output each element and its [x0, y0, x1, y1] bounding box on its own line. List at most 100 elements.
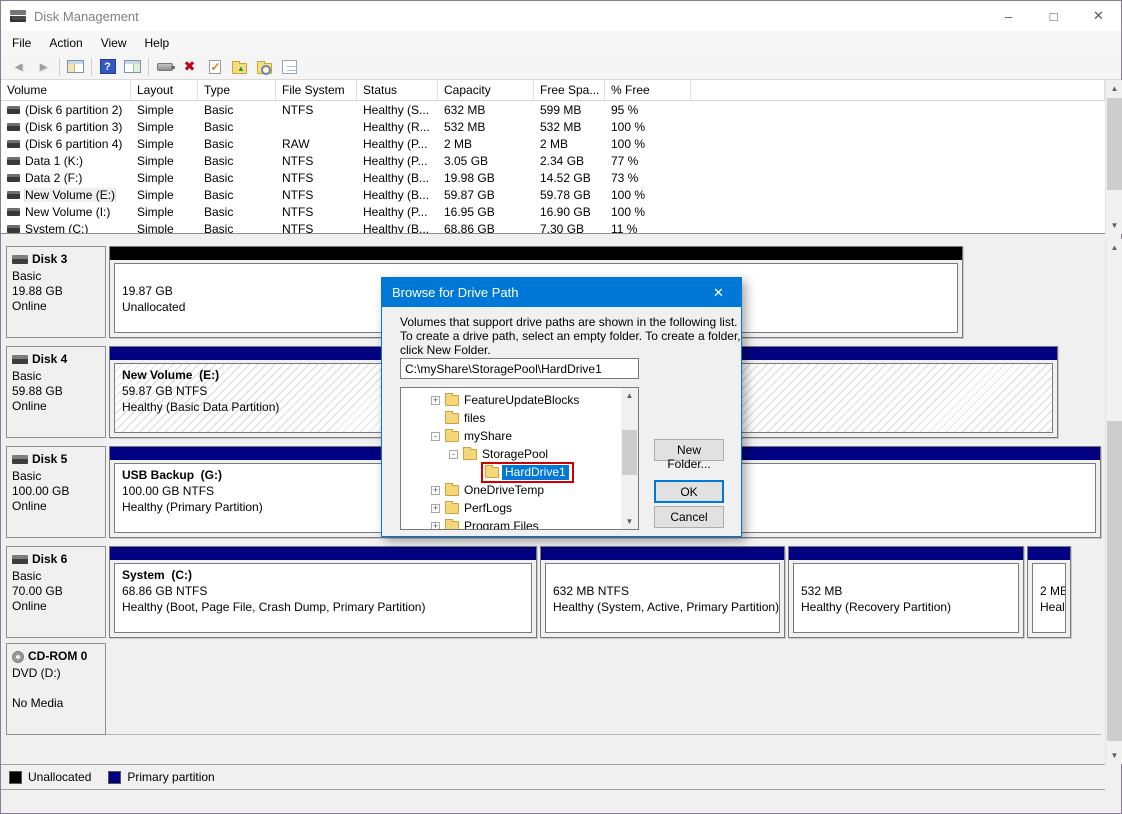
volume-icon	[7, 140, 20, 148]
check-document-icon[interactable]	[202, 56, 227, 78]
browse-for-drive-path-dialog: Browse for Drive Path ✕ Volumes that sup…	[381, 277, 742, 537]
scrollbar-thumb[interactable]	[622, 430, 637, 475]
partition[interactable]: 632 MB NTFSHealthy (System, Active, Prim…	[540, 546, 785, 638]
properties-icon[interactable]	[152, 56, 177, 78]
disk-name: Disk 4	[12, 352, 105, 367]
disk-icon	[12, 355, 28, 364]
table-row[interactable]: System (C:)SimpleBasicNTFSHealthy (B...6…	[1, 220, 1105, 234]
folder-icon	[445, 485, 459, 496]
scroll-up-icon[interactable]: ▲	[621, 388, 638, 403]
legend-label: Primary partition	[127, 770, 214, 784]
disk-info-panel[interactable]: Disk 4Basic59.88 GBOnline	[6, 346, 106, 438]
folder-search-icon[interactable]	[252, 56, 277, 78]
tree-item-storagepool[interactable]: -StoragePool	[449, 445, 638, 463]
tree-item-files[interactable]: files	[431, 409, 638, 427]
tree-expander-icon[interactable]: -	[431, 432, 440, 441]
forward-icon[interactable]	[31, 56, 56, 78]
partition[interactable]: 532 MBHealthy (Recovery Partition)	[788, 546, 1024, 638]
disk-name: Disk 5	[12, 452, 105, 467]
title-bar: Disk Management – □ ✕	[1, 1, 1121, 31]
cancel-button[interactable]: Cancel	[654, 506, 724, 528]
folder-tree: ▲ ▼ +FeatureUpdateBlocksfiles-myShare-St…	[400, 387, 639, 530]
tree-expander-icon[interactable]: -	[449, 450, 458, 459]
partition[interactable]: System (C:)68.86 GB NTFSHealthy (Boot, P…	[109, 546, 537, 638]
scrollbar-thumb[interactable]	[1107, 421, 1122, 741]
column-header-c4[interactable]: Status	[357, 80, 438, 100]
menu-item-help[interactable]: Help	[136, 33, 179, 53]
volume-icon	[7, 191, 20, 199]
table-row[interactable]: Data 2 (F:)SimpleBasicNTFSHealthy (B...1…	[1, 169, 1105, 186]
disk-status: Online	[12, 499, 105, 514]
column-header-c6[interactable]: Free Spa...	[534, 80, 605, 100]
column-header-c7[interactable]: % Free	[605, 80, 691, 100]
delete-volume-icon[interactable]	[177, 56, 202, 78]
tree-item-myshare[interactable]: -myShare	[431, 427, 638, 445]
scroll-down-icon[interactable]: ▼	[1106, 217, 1122, 234]
legend-label: Unallocated	[28, 770, 91, 784]
table-row[interactable]: Data 1 (K:)SimpleBasicNTFSHealthy (P...3…	[1, 152, 1105, 169]
menu-item-view[interactable]: View	[92, 33, 136, 53]
volume-icon	[7, 106, 20, 114]
maximize-button[interactable]: □	[1031, 1, 1076, 31]
tree-item-onedrivetemp[interactable]: +OneDriveTemp	[431, 481, 638, 499]
folder-icon	[445, 413, 459, 424]
dialog-close-icon[interactable]: ✕	[696, 278, 741, 307]
show-console-tree-icon[interactable]	[63, 56, 88, 78]
tree-expander-icon[interactable]: +	[431, 486, 440, 495]
menu-item-file[interactable]: File	[3, 33, 40, 53]
tree-expander-icon[interactable]: +	[431, 522, 440, 531]
settings-list-icon[interactable]	[277, 56, 302, 78]
column-header-c5[interactable]: Capacity	[438, 80, 534, 100]
partition[interactable]: 2 MBHealt	[1027, 546, 1071, 638]
disk-type: Basic	[12, 269, 105, 284]
tree-item-featureupdateblocks[interactable]: +FeatureUpdateBlocks	[431, 391, 638, 409]
column-header-c2[interactable]: Type	[198, 80, 276, 100]
table-row[interactable]: New Volume (E:)SimpleBasicNTFSHealthy (B…	[1, 186, 1105, 203]
instruction-line: To create a drive path, select an empty …	[400, 329, 741, 343]
tree-item-program-files[interactable]: +Program Files	[431, 517, 638, 530]
tree-item-label: HardDrive1	[502, 465, 569, 480]
partition-size: 532 MB	[801, 583, 1016, 599]
menu-item-action[interactable]: Action	[40, 33, 91, 53]
partition-title	[553, 567, 777, 583]
tree-expander-icon[interactable]: +	[431, 396, 440, 405]
table-row[interactable]: (Disk 6 partition 2)SimpleBasicNTFSHealt…	[1, 101, 1105, 118]
table-row[interactable]: (Disk 6 partition 4)SimpleBasicRAWHealth…	[1, 135, 1105, 152]
back-icon[interactable]	[6, 56, 31, 78]
tree-scrollbar[interactable]: ▲ ▼	[621, 388, 638, 529]
drive-path-input[interactable]	[400, 358, 639, 379]
legend-swatch	[108, 771, 121, 784]
disk-icon	[12, 555, 28, 564]
cdrom-drive: DVD (D:)	[12, 666, 105, 681]
close-button[interactable]: ✕	[1076, 1, 1121, 31]
ok-button[interactable]: OK	[654, 480, 724, 503]
column-header-c3[interactable]: File System	[276, 80, 357, 100]
column-header-c1[interactable]: Layout	[131, 80, 198, 100]
volume-list-scrollbar[interactable]: ▲ ▼	[1105, 80, 1122, 234]
tree-item-harddrive1[interactable]: HardDrive1	[467, 463, 638, 481]
cdrom-info-panel[interactable]: CD-ROM 0DVD (D:) No Media	[6, 643, 106, 735]
show-action-pane-icon[interactable]	[120, 56, 145, 78]
disk-info-panel[interactable]: Disk 3Basic19.88 GBOnline	[6, 246, 106, 338]
scroll-up-icon[interactable]: ▲	[1106, 239, 1122, 256]
column-header-c0[interactable]: Volume	[1, 80, 131, 100]
new-folder-button[interactable]: New Folder...	[654, 439, 724, 461]
dialog-title-bar: Browse for Drive Path ✕	[382, 278, 741, 307]
disk-status: Online	[12, 399, 105, 414]
scroll-down-icon[interactable]: ▼	[621, 514, 638, 529]
scroll-down-icon[interactable]: ▼	[1106, 747, 1122, 764]
scroll-up-icon[interactable]: ▲	[1106, 80, 1122, 97]
partition-body: 632 MB NTFSHealthy (System, Active, Prim…	[545, 563, 780, 633]
table-row[interactable]: (Disk 6 partition 3)SimpleBasicHealthy (…	[1, 118, 1105, 135]
table-row[interactable]: New Volume (I:)SimpleBasicNTFSHealthy (P…	[1, 203, 1105, 220]
folder-up-icon[interactable]	[227, 56, 252, 78]
graphical-view-scrollbar[interactable]: ▲ ▼	[1105, 239, 1122, 764]
minimize-button[interactable]: –	[986, 1, 1031, 31]
disk-info-panel[interactable]: Disk 5Basic100.00 GBOnline	[6, 446, 106, 538]
tree-item-perflogs[interactable]: +PerfLogs	[431, 499, 638, 517]
tree-expander-icon[interactable]: +	[431, 504, 440, 513]
folder-icon	[445, 521, 459, 531]
help-icon[interactable]: ?	[95, 56, 120, 78]
scrollbar-thumb[interactable]	[1107, 98, 1122, 190]
disk-info-panel[interactable]: Disk 6Basic70.00 GBOnline	[6, 546, 106, 638]
